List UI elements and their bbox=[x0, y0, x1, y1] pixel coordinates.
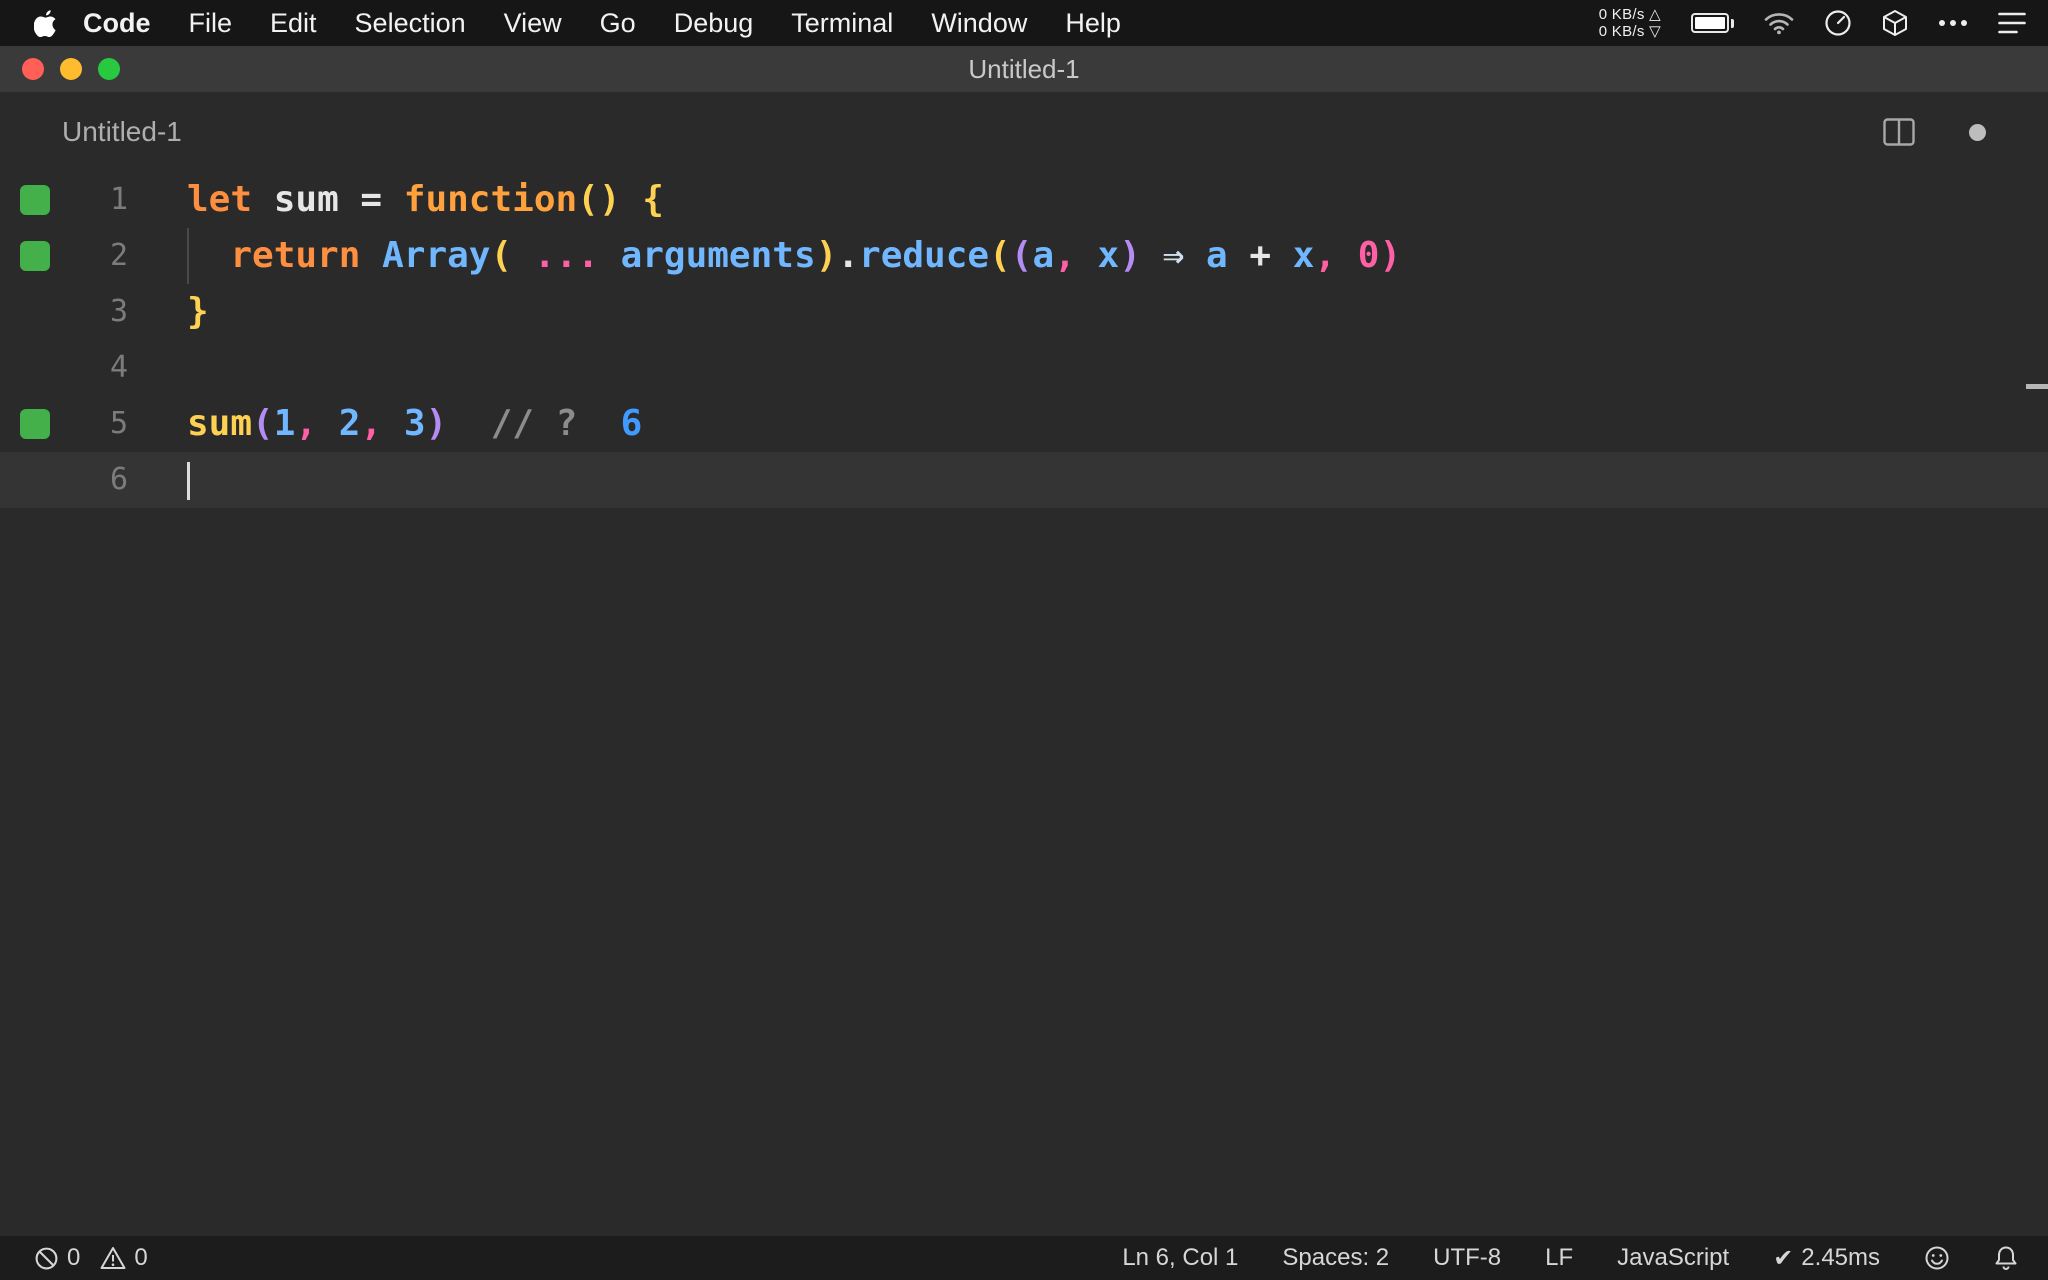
notifications-bell-icon[interactable] bbox=[1994, 1245, 2018, 1271]
code-line[interactable]: 5 sum(1, 2, 3) // ? 6 bbox=[0, 396, 2048, 452]
coverage-square-icon bbox=[20, 409, 50, 439]
window-title-bar: Untitled-1 bbox=[0, 46, 2048, 92]
battery-icon[interactable] bbox=[1691, 13, 1734, 33]
menu-item-window[interactable]: Window bbox=[912, 8, 1046, 39]
ellipsis-icon[interactable] bbox=[1938, 19, 1968, 27]
network-speed-indicator[interactable]: 0 KB/s △ 0 KB/s ▽ bbox=[1599, 6, 1661, 40]
line-number[interactable]: 6 bbox=[52, 452, 128, 508]
apple-icon bbox=[34, 10, 56, 37]
tab-filename[interactable]: Untitled-1 bbox=[62, 116, 182, 148]
code-line[interactable]: 6 bbox=[0, 452, 2048, 508]
indent-guide bbox=[187, 228, 189, 284]
gutter-mark-empty bbox=[0, 340, 52, 396]
code-line[interactable]: 1 let sum = function() { bbox=[0, 172, 2048, 228]
code-line[interactable]: 3} bbox=[0, 284, 2048, 340]
traffic-light-minimize[interactable] bbox=[60, 58, 82, 80]
error-icon bbox=[35, 1247, 58, 1269]
text-cursor bbox=[187, 462, 190, 500]
line-content: return Array( ... arguments).reduce((a, … bbox=[187, 228, 1401, 284]
gutter-mark bbox=[0, 396, 52, 452]
gutter-mark bbox=[0, 228, 52, 284]
modified-indicator-dot[interactable] bbox=[1969, 123, 1986, 141]
menu-list-icon[interactable] bbox=[1998, 12, 2026, 34]
indentation-setting[interactable]: Spaces: 2 bbox=[1282, 1244, 1389, 1272]
menu-item-view[interactable]: View bbox=[485, 8, 581, 39]
line-content: } bbox=[187, 291, 209, 332]
warning-count: 0 bbox=[134, 1244, 148, 1271]
eol-setting[interactable]: LF bbox=[1545, 1244, 1573, 1272]
gutter-mark bbox=[0, 172, 52, 228]
overview-ruler-mark bbox=[2026, 384, 2048, 389]
gutter-mark-empty bbox=[0, 452, 52, 508]
traffic-light-close[interactable] bbox=[22, 58, 44, 80]
line-number[interactable]: 4 bbox=[52, 340, 128, 396]
line-number[interactable]: 3 bbox=[52, 284, 128, 340]
perf-indicator[interactable]: ✔ 2.45ms bbox=[1773, 1244, 1880, 1273]
line-number[interactable]: 2 bbox=[52, 228, 128, 284]
window-title: Untitled-1 bbox=[968, 53, 1080, 84]
menu-item-code[interactable]: Code bbox=[64, 8, 170, 39]
menu-item-terminal[interactable]: Terminal bbox=[772, 8, 912, 39]
menu-bar: Code File Edit Selection View Go Debug T… bbox=[0, 0, 2048, 46]
error-count: 0 bbox=[67, 1244, 81, 1271]
code-lines: 1 let sum = function() { 2 return Array( .… bbox=[0, 172, 2048, 508]
problems-warnings[interactable]: 0 bbox=[100, 1244, 148, 1272]
menu-item-help[interactable]: Help bbox=[1046, 8, 1140, 39]
coverage-square-icon bbox=[20, 241, 50, 271]
line-content: sum(1, 2, 3) // ? 6 bbox=[187, 403, 643, 444]
warning-icon bbox=[100, 1247, 126, 1269]
editor-header: Untitled-1 bbox=[0, 92, 2048, 172]
apple-menu[interactable] bbox=[34, 9, 58, 37]
line-content bbox=[187, 452, 190, 508]
net-up-label: 0 KB/s △ bbox=[1598, 6, 1661, 23]
line-number[interactable]: 1 bbox=[52, 172, 128, 228]
line-content: let sum = function() { bbox=[187, 179, 664, 220]
menu-item-file[interactable]: File bbox=[170, 8, 252, 39]
feedback-smiley-icon[interactable] bbox=[1924, 1245, 1950, 1271]
encoding-setting[interactable]: UTF-8 bbox=[1433, 1244, 1501, 1272]
perf-time: 2.45ms bbox=[1801, 1244, 1880, 1271]
cursor-position[interactable]: Ln 6, Col 1 bbox=[1122, 1244, 1238, 1272]
coverage-square-icon bbox=[20, 185, 50, 215]
line-number[interactable]: 5 bbox=[52, 396, 128, 452]
language-mode[interactable]: JavaScript bbox=[1617, 1244, 1729, 1272]
net-down-label: 0 KB/s ▽ bbox=[1598, 23, 1661, 40]
problems-errors[interactable]: 0 bbox=[34, 1244, 80, 1272]
code-editor[interactable]: 1 let sum = function() { 2 return Array( .… bbox=[0, 172, 2048, 1236]
code-line[interactable]: 4 bbox=[0, 340, 2048, 396]
gutter-mark-empty bbox=[0, 284, 52, 340]
menu-item-go[interactable]: Go bbox=[581, 8, 655, 39]
menu-item-edit[interactable]: Edit bbox=[251, 8, 336, 39]
split-editor-icon[interactable] bbox=[1883, 118, 1915, 146]
check-icon: ✔ bbox=[1773, 1244, 1794, 1272]
compass-icon[interactable] bbox=[1824, 9, 1852, 37]
status-bar: 0 0 Ln 6, Col 1 Spaces: 2 UTF-8 LF JavaS… bbox=[0, 1236, 2048, 1280]
traffic-light-zoom[interactable] bbox=[98, 58, 120, 80]
menu-item-debug[interactable]: Debug bbox=[655, 8, 773, 39]
menu-item-selection[interactable]: Selection bbox=[336, 8, 485, 39]
cube-icon[interactable] bbox=[1882, 9, 1908, 37]
wifi-icon[interactable] bbox=[1764, 12, 1794, 35]
code-line[interactable]: 2 return Array( ... arguments).reduce((a… bbox=[0, 228, 2048, 284]
